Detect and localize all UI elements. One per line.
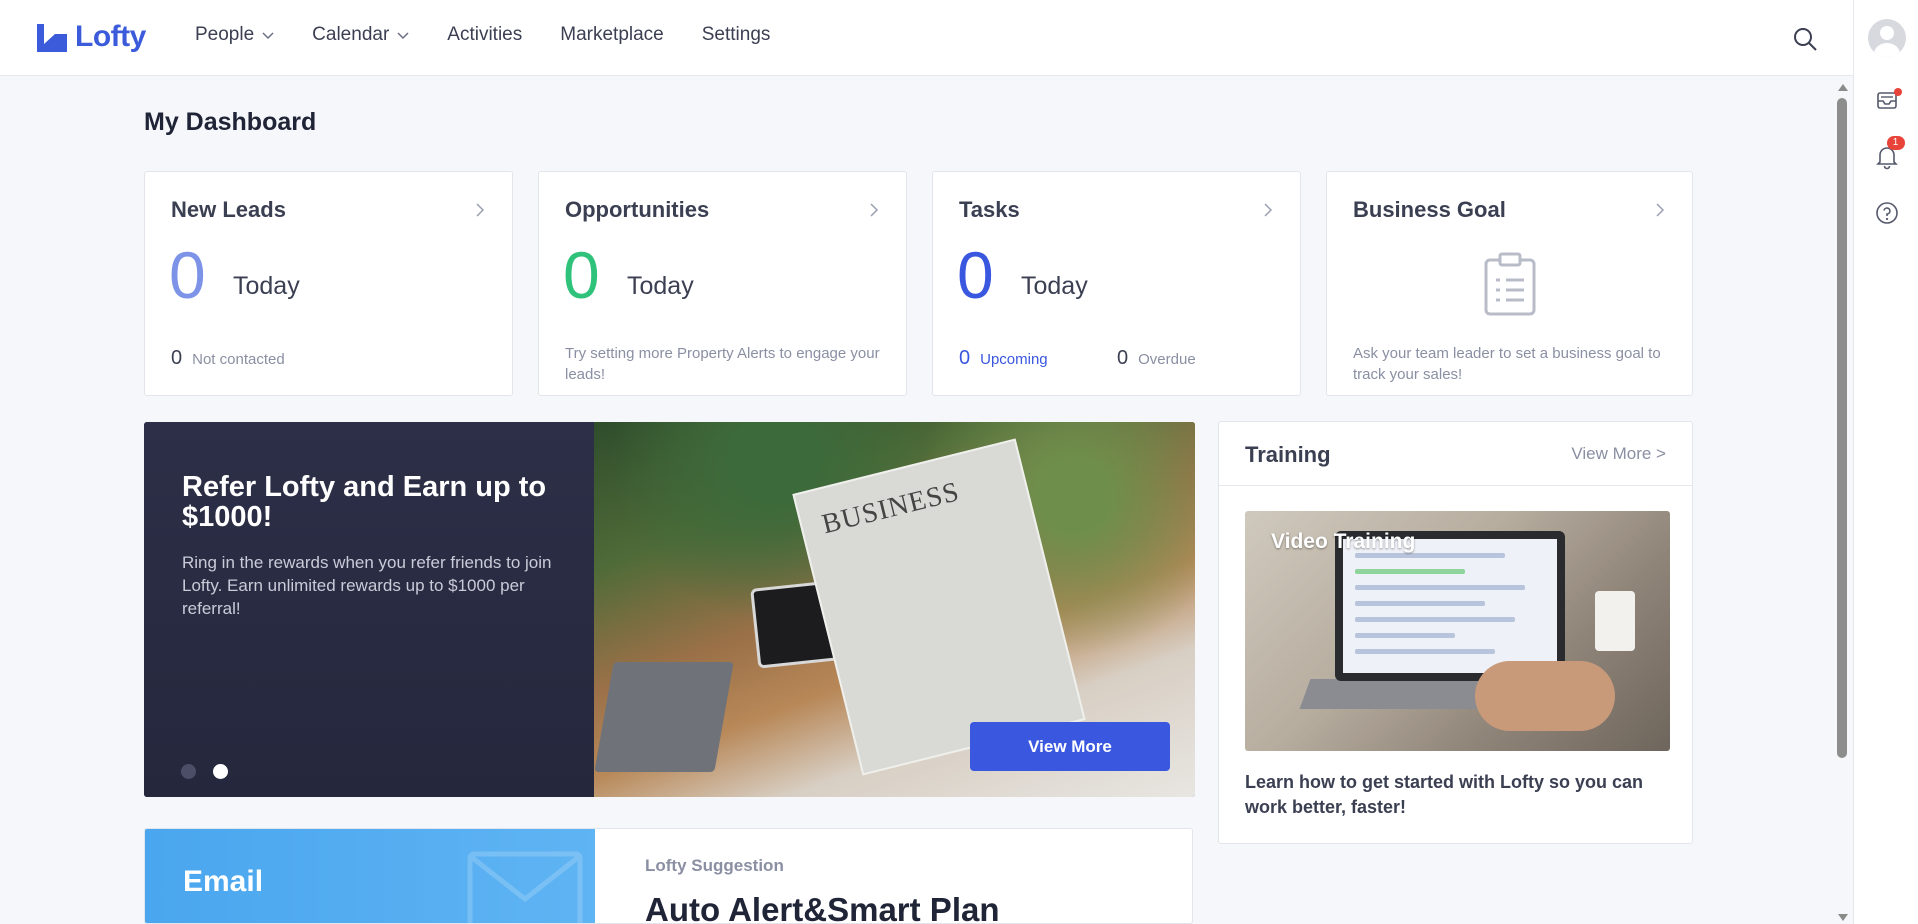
chevron-right-icon[interactable]	[474, 202, 486, 218]
logo-text: Lofty	[75, 20, 146, 53]
nav-settings[interactable]: Settings	[702, 24, 771, 46]
laptop-screen-graphic	[1343, 539, 1557, 673]
email-tile-label: Email	[183, 865, 264, 898]
business-goal-hint: Ask your team leader to set a business g…	[1353, 345, 1661, 383]
training-title: Training	[1245, 442, 1331, 467]
nav-people-label: People	[195, 24, 255, 45]
upcoming-count: 0	[959, 347, 971, 369]
opportunities-hint: Try setting more Property Alerts to enga…	[565, 345, 880, 383]
chevron-right-icon[interactable]	[868, 202, 880, 218]
suggestion-card[interactable]: Email Lofty Suggestion Auto Alert&Smart …	[144, 828, 1193, 924]
overdue-label: Overdue	[1138, 351, 1196, 368]
video-training-thumbnail[interactable]: Video Training	[1245, 511, 1670, 751]
view-more-button[interactable]: View More	[970, 722, 1170, 771]
clipboard-icon	[1484, 252, 1536, 316]
upcoming-stat[interactable]: 0 Upcoming	[959, 347, 1048, 370]
main-nav: People Calendar Activities Marketplace S…	[195, 24, 770, 46]
new-leads-card[interactable]: New Leads 0 Today 0 Not contacted	[144, 171, 513, 396]
upcoming-label: Upcoming	[980, 351, 1048, 368]
overdue-count: 0	[1117, 347, 1129, 369]
suggestion-kicker: Lofty Suggestion	[645, 856, 784, 875]
notification-count-badge: 1	[1886, 136, 1905, 150]
nav-marketplace[interactable]: Marketplace	[560, 24, 664, 46]
training-header: Training View More >	[1219, 422, 1692, 486]
not-contacted-count: 0	[171, 347, 183, 369]
referral-banner: BUSINESS Refer Lofty and Earn up to $100…	[144, 422, 1195, 797]
card-title: Tasks	[959, 197, 1020, 222]
page-scrollbar[interactable]	[1834, 78, 1850, 924]
opportunities-count: 0	[563, 238, 600, 312]
chevron-right-icon[interactable]	[1654, 202, 1666, 218]
scrollbar-thumb[interactable]	[1837, 98, 1847, 758]
carousel-dot-2[interactable]	[213, 764, 228, 779]
laptop-graphic	[594, 662, 734, 772]
help-icon	[1875, 202, 1898, 224]
card-title: New Leads	[171, 197, 286, 222]
training-description: Learn how to get started with Lofty so y…	[1245, 772, 1644, 817]
overdue-stat[interactable]: 0 Overdue	[1117, 347, 1196, 370]
help-button[interactable]	[1854, 201, 1918, 225]
nav-people[interactable]: People	[195, 24, 274, 46]
page-title: My Dashboard	[144, 108, 317, 136]
nav-marketplace-label: Marketplace	[560, 24, 664, 45]
video-training-label: Video Training	[1271, 530, 1416, 553]
opportunities-card[interactable]: Opportunities 0 Today Try setting more P…	[538, 171, 907, 396]
business-goal-card[interactable]: Business Goal Ask your team leader to se…	[1326, 171, 1693, 396]
period-label: Today	[1021, 272, 1088, 300]
avatar-button[interactable]	[1854, 19, 1918, 57]
tasks-card[interactable]: Tasks 0 Today 0 Upcoming 0 Overdue	[932, 171, 1301, 396]
scroll-up-arrow[interactable]	[1838, 84, 1848, 91]
search-icon[interactable]	[1792, 26, 1818, 52]
carousel-dot-1[interactable]	[181, 764, 196, 779]
period-label: Today	[233, 272, 300, 300]
nav-activities-label: Activities	[447, 24, 523, 45]
chevron-right-icon[interactable]	[1262, 202, 1274, 218]
inbox-button[interactable]	[1854, 88, 1918, 112]
notifications-button[interactable]: 1	[1854, 136, 1918, 170]
inbox-dot-badge	[1893, 88, 1902, 96]
not-contacted-label: Not contacted	[192, 351, 285, 368]
chevron-down-icon	[262, 32, 274, 40]
email-tile: Email	[145, 829, 595, 923]
nav-calendar-label: Calendar	[312, 24, 390, 45]
leads-count: 0	[169, 238, 206, 312]
hands-graphic	[1475, 661, 1615, 731]
not-contacted-stat[interactable]: 0 Not contacted	[171, 347, 285, 370]
nav-calendar[interactable]: Calendar	[312, 24, 409, 46]
nav-activities[interactable]: Activities	[447, 24, 522, 46]
card-title: Opportunities	[565, 197, 710, 222]
avatar	[1867, 19, 1906, 57]
lofty-logo[interactable]: Lofty	[35, 20, 146, 54]
scroll-down-arrow[interactable]	[1838, 914, 1848, 921]
newspaper-headline: BUSINESS	[819, 476, 963, 541]
lofty-logo-icon	[37, 24, 67, 52]
banner-description: Ring in the rewards when you refer frien…	[182, 553, 552, 618]
banner-text-panel: Refer Lofty and Earn up to $1000! Ring i…	[144, 422, 594, 797]
nav-settings-label: Settings	[701, 24, 771, 45]
banner-title: Refer Lofty and Earn up to $1000!	[182, 471, 547, 533]
chevron-down-icon	[397, 32, 409, 40]
suggestion-title: Auto Alert&Smart Plan	[645, 891, 1000, 924]
training-view-more-link[interactable]: View More >	[1571, 444, 1666, 464]
cup-graphic	[1595, 591, 1635, 651]
top-header: Lofty People Calendar Activities Marketp…	[0, 0, 1853, 76]
training-card: Training View More > Video Training Lear…	[1218, 421, 1693, 844]
carousel-dots	[181, 764, 228, 779]
card-title: Business Goal	[1353, 197, 1506, 222]
envelope-icon	[467, 851, 583, 923]
right-rail: 1	[1853, 0, 1918, 924]
tasks-count: 0	[957, 238, 994, 312]
period-label: Today	[627, 272, 694, 300]
